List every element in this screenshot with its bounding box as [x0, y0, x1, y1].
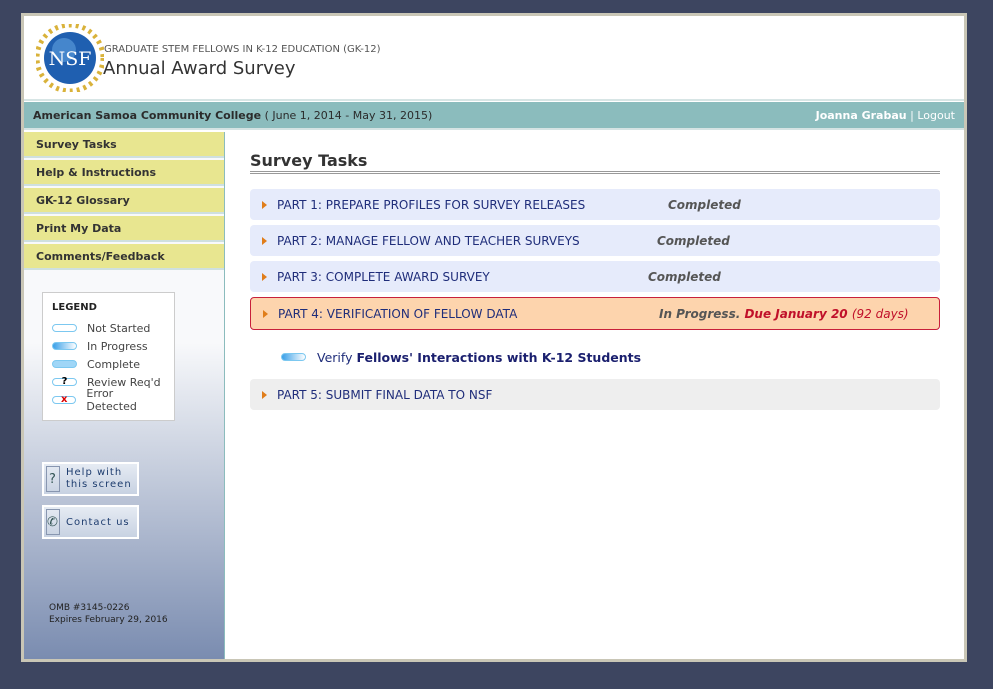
app-title: Annual Award Survey	[103, 58, 296, 79]
award-period: ( June 1, 2014 - May 31, 2015)	[264, 108, 433, 122]
omb-notice: OMB #3145-0226 Expires February 29, 2016	[49, 603, 168, 625]
legend-complete: Complete	[52, 355, 165, 373]
status: Completed	[657, 233, 730, 248]
legend-not-started: Not Started	[52, 319, 165, 337]
sidebar: Survey Tasks Help & Instructions GK-12 G…	[24, 132, 225, 659]
not-started-icon	[52, 324, 77, 332]
part-3[interactable]: PART 3: COMPLETE AWARD SURVEY Completed	[250, 261, 940, 292]
complete-icon	[52, 360, 77, 368]
part-4[interactable]: PART 4: VERIFICATION OF FELLOW DATA In Pr…	[250, 297, 940, 330]
legend-in-progress: In Progress	[52, 337, 165, 355]
program-subtitle: GRADUATE STEM FELLOWS IN K-12 EDUCATION …	[104, 44, 381, 55]
expand-arrow-icon	[263, 309, 268, 318]
subtask-link[interactable]: Fellows' Interactions with K-12 Students	[356, 350, 641, 365]
menu-survey-tasks[interactable]: Survey Tasks	[24, 132, 224, 158]
contact-us-button[interactable]: ✆ Contact us	[42, 505, 139, 539]
page-frame: NSF GRADUATE STEM FELLOWS IN K-12 EDUCAT…	[21, 13, 967, 662]
error-icon: x	[52, 395, 77, 405]
main-content: Survey Tasks PART 1: PREPARE PROFILES FO…	[250, 151, 940, 415]
header: NSF GRADUATE STEM FELLOWS IN K-12 EDUCAT…	[24, 16, 964, 101]
status: Completed	[668, 197, 741, 212]
institution-name: American Samoa Community College	[33, 108, 262, 122]
menu-glossary[interactable]: GK-12 Glossary	[24, 188, 224, 214]
part-1[interactable]: PART 1: PREPARE PROFILES FOR SURVEY RELE…	[250, 189, 940, 220]
logout-link[interactable]: Logout	[917, 109, 955, 122]
user-name: Joanna Grabau	[815, 108, 907, 122]
legend: LEGEND Not Started In Progress Complete …	[42, 292, 175, 421]
menu-print-data[interactable]: Print My Data	[24, 216, 224, 242]
legend-error: x Error Detected	[52, 387, 165, 413]
subtask-verify-interactions[interactable]: Verify Fellows' Interactions with K-12 St…	[250, 335, 940, 379]
expand-arrow-icon	[262, 200, 267, 209]
expand-arrow-icon	[262, 272, 267, 281]
days-remaining: (92 days)	[851, 306, 909, 321]
review-required-icon: ?	[52, 377, 77, 387]
due-date: Due January 20	[744, 306, 848, 321]
help-screen-button[interactable]: ? Help with this screen	[42, 462, 139, 496]
svg-text:NSF: NSF	[49, 48, 92, 70]
in-progress-icon	[52, 342, 77, 350]
nsf-logo: NSF	[36, 24, 104, 92]
expand-arrow-icon	[262, 236, 267, 245]
phone-icon: ✆	[46, 509, 60, 535]
status: Completed	[648, 269, 721, 284]
part-5[interactable]: PART 5: SUBMIT FINAL DATA TO NSF	[250, 379, 940, 410]
separator: |	[910, 108, 914, 122]
menu-comments-feedback[interactable]: Comments/Feedback	[24, 244, 224, 270]
menu-help-instructions[interactable]: Help & Instructions	[24, 160, 224, 186]
expand-arrow-icon	[262, 390, 267, 399]
info-bar: American Samoa Community College ( June …	[24, 101, 964, 130]
question-icon: ?	[46, 466, 60, 492]
legend-title: LEGEND	[52, 302, 97, 313]
page-title: Survey Tasks	[250, 151, 940, 174]
part-2[interactable]: PART 2: MANAGE FELLOW AND TEACHER SURVEY…	[250, 225, 940, 256]
in-progress-icon	[281, 353, 306, 361]
